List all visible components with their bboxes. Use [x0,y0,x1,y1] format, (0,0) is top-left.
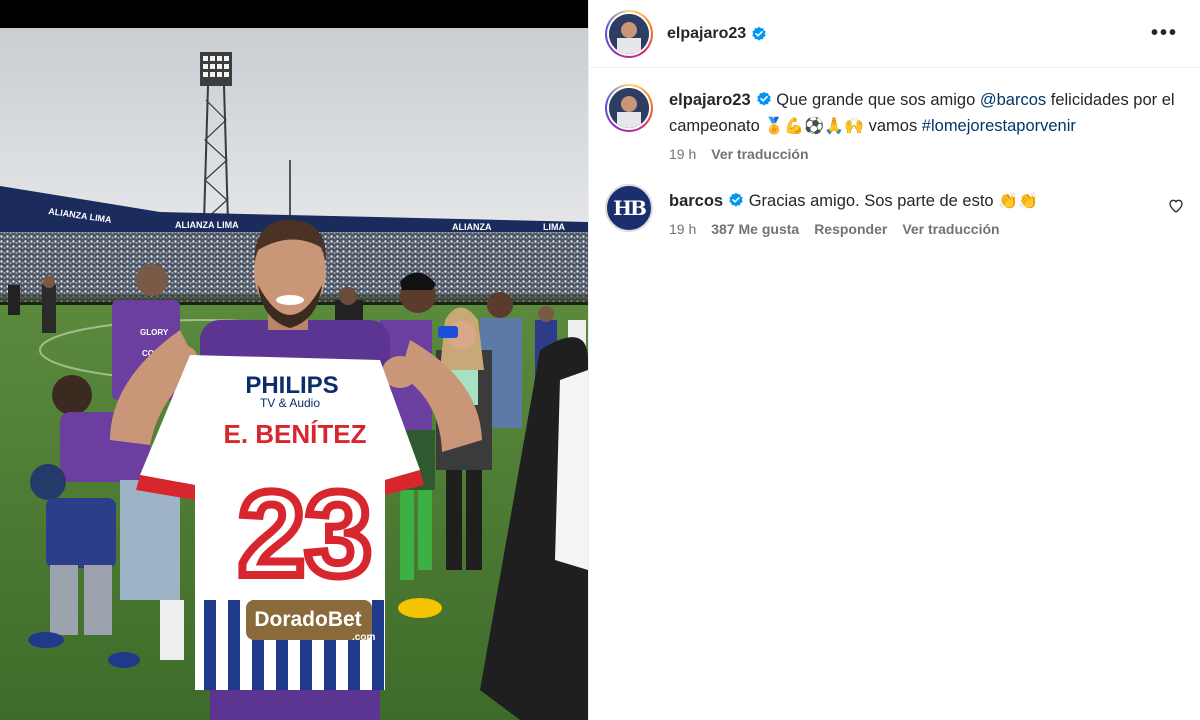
reply-button[interactable]: Responder [814,221,887,237]
comment-emojis: 🏅💪⚽🙏🙌 [764,116,865,135]
comment-text: elpajaro23 Que grande que sos amigo @bar… [669,88,1184,139]
comment-text: barcos Gracias amigo. Sos parte de esto … [669,188,1158,214]
comment-text-before: Que grande que sos amigo [776,91,980,109]
tshirt-text-1: GLORY [140,328,169,337]
jersey-bottom-sponsor: DoradoBet [254,608,361,631]
comment-username[interactable]: barcos [669,192,723,210]
jersey-name: E. BENÍTEZ [223,419,366,449]
reply-comment: HB barcos Gracias amigo. Sos parte de es… [605,184,1184,237]
comment-emojis: 👏👏 [998,191,1039,210]
verified-icon [756,91,771,106]
banner-text-right2: LIMA [543,222,565,232]
translate-link[interactable]: Ver traducción [711,146,808,162]
comment-time[interactable]: 19 h [669,146,696,162]
hashtag-link[interactable]: #lomejorestaporvenir [922,117,1076,135]
post-side-panel: elpajaro23 ••• elpajaro23 Que grande que… [588,0,1200,720]
post-header: elpajaro23 ••• [589,0,1200,68]
author-avatar[interactable] [605,9,653,58]
jersey-sponsor-sub: TV & Audio [260,396,320,410]
banner-text-mid: ALIANZA LIMA [175,220,239,230]
jersey-bottom-sponsor-sub: .com [352,632,375,643]
comment-avatar[interactable]: HB [605,184,653,232]
comment-avatar[interactable] [605,84,653,132]
likes-count[interactable]: 387 Me gusta [711,221,799,237]
mention-link[interactable]: @barcos [980,91,1046,109]
avatar-logo-text: HB [613,196,647,220]
author-username[interactable]: elpajaro23 [667,25,746,43]
verified-icon [752,26,766,41]
comment-meta: 19 h 387 Me gusta Responder Ver traducci… [669,221,1158,237]
avatar-photo [609,13,649,54]
comment-time[interactable]: 19 h [669,221,696,237]
post-photo[interactable]: ALIANZA LIMA ALIANZA LIMA ALIANZA LIMA G… [0,0,588,720]
jersey-number: 23 [238,467,371,601]
caption-comment: elpajaro23 Que grande que sos amigo @bar… [605,84,1184,162]
more-options-icon[interactable]: ••• [1145,16,1184,51]
translate-link[interactable]: Ver traducción [902,221,999,237]
comments-list: elpajaro23 Que grande que sos amigo @bar… [589,68,1200,237]
heart-icon[interactable] [1168,198,1184,214]
verified-icon [729,192,743,207]
comment-meta: 19 h Ver traducción [669,146,1184,162]
comment-body-text: Gracias amigo. Sos parte de esto [748,192,999,210]
jersey-sponsor: PHILIPS [245,372,338,399]
avatar-photo [609,88,649,128]
stadium-photo: ALIANZA LIMA ALIANZA LIMA ALIANZA LIMA G… [0,0,588,720]
comment-text-after: vamos [864,117,922,135]
banner-text-right1: ALIANZA [452,222,492,232]
comment-username[interactable]: elpajaro23 [669,91,751,109]
